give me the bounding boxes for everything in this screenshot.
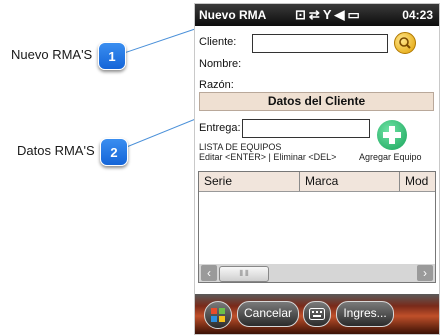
start-button[interactable] [204,301,232,329]
callout-label-2: Datos RMA'S [17,143,95,158]
keyboard-icon [309,308,325,320]
keyboard-button[interactable] [303,301,331,327]
edit-delete-hint: Editar <ENTER> | Eliminar <DEL> [199,152,337,162]
razon-label: Razón: [199,79,234,91]
scroll-right-icon[interactable]: › [417,265,433,281]
search-icon [399,37,411,49]
entrega-label: Entrega: [199,122,241,134]
connectivity-icon: ⇄ [308,7,323,22]
cancel-button[interactable]: Cancelar [237,301,299,327]
callout-badge-1: 1 [98,42,126,70]
callout-label-1: Nuevo RMA'S [11,47,93,62]
equipment-list-label: LISTA DE EQUIPOS [199,142,282,152]
column-header-marca[interactable]: Marca [300,172,400,191]
windows-logo-icon [211,308,225,322]
no-signal-icon: Y [322,7,335,22]
search-button[interactable] [394,32,416,54]
section-title-datos-cliente: Datos del Cliente [199,92,434,111]
keyboard-indicator-icon: ⊡ [295,7,309,22]
ingresar-button[interactable]: Ingres... [336,301,394,327]
scroll-thumb[interactable]: ⦀ ⦀ [219,266,269,282]
battery-icon: ▭ [347,7,363,22]
column-header-modelo[interactable]: Mod [400,172,435,191]
callout-badge-2: 2 [100,138,128,166]
cliente-input[interactable] [252,34,388,53]
bottom-menu-bar: Cancelar Ingres... [195,294,439,334]
clock: 04:23 [402,8,433,22]
add-equipment-button[interactable] [377,120,407,150]
device-screen: Nuevo RMA ⊡⇄Y◀▭ 04:23 Cliente: Nombre: R… [194,3,440,335]
column-header-serie[interactable]: Serie [199,172,300,191]
nombre-label: Nombre: [199,58,242,70]
equipment-table[interactable]: Serie Marca Mod ‹ ⦀ ⦀ › [198,171,436,283]
status-bar: Nuevo RMA ⊡⇄Y◀▭ 04:23 [195,4,439,26]
status-icons: ⊡⇄Y◀▭ [295,7,363,23]
volume-icon: ◀ [334,7,348,22]
add-equipment-label[interactable]: Agregar Equipo [359,152,422,162]
entrega-input[interactable] [242,119,370,138]
table-header: Serie Marca Mod [199,172,435,192]
cliente-label: Cliente: [199,36,237,48]
horizontal-scrollbar[interactable]: ‹ ⦀ ⦀ › [199,264,435,282]
app-title: Nuevo RMA [199,8,267,22]
scroll-left-icon[interactable]: ‹ [201,265,217,281]
